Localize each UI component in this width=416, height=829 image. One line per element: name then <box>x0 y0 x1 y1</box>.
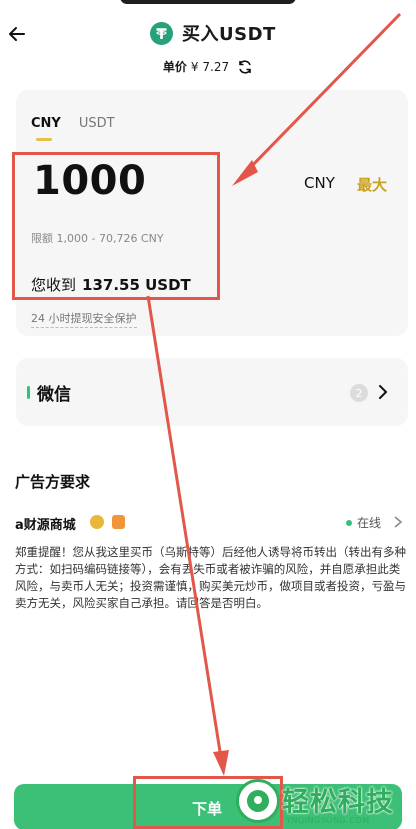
header: 买入USDT <box>0 14 416 54</box>
merchant-shield-icon <box>112 515 125 529</box>
price-row: 单价 ¥ 7.27 <box>0 58 416 75</box>
protection-link[interactable]: 24 小时提现安全保护 <box>31 310 137 328</box>
wechat-indicator <box>27 386 30 399</box>
payment-method-row[interactable]: 微信 2 <box>16 358 408 426</box>
merchant-chevron-icon[interactable] <box>393 515 403 529</box>
price-label: 单价 <box>162 60 187 74</box>
max-button[interactable]: 最大 <box>357 174 387 195</box>
back-arrow-icon[interactable] <box>6 20 34 48</box>
tether-icon <box>150 21 173 45</box>
ad-requirements-title: 广告方要求 <box>15 473 91 491</box>
amount-unit: CNY <box>304 174 335 192</box>
online-status-dot <box>346 520 352 526</box>
merchant-badge-icon <box>90 515 104 529</box>
tab-cny[interactable]: CNY <box>31 116 61 141</box>
payment-method-label: 微信 <box>37 385 71 405</box>
notch <box>120 0 296 4</box>
merchant-name: a财源商城 <box>15 518 76 533</box>
amount-highlight-box <box>12 152 220 300</box>
price-value: ¥ 7.27 <box>190 59 230 74</box>
payment-count-badge: 2 <box>350 384 368 402</box>
currency-tabs: CNY USDT <box>31 116 115 141</box>
watermark-text: 轻松科技 <box>282 787 394 818</box>
online-status: 在线 <box>357 516 382 530</box>
chevron-right-icon[interactable] <box>376 383 390 401</box>
advertiser-notice: 郑重提醒！您从我这里买币（乌斯特等）后经他人诱导将币转出（转出有多种方式：如扫码… <box>15 545 406 610</box>
refresh-icon[interactable] <box>237 59 253 75</box>
watermark-sub: YNQINGSONG.COM <box>286 816 370 825</box>
watermark-logo-icon <box>236 779 280 823</box>
merchant-row[interactable]: a财源商城 在线 <box>15 512 407 534</box>
watermark: 轻松科技 YNQINGSONG.COM <box>236 776 416 829</box>
arrow-head-order <box>213 750 229 776</box>
tab-usdt[interactable]: USDT <box>79 116 115 131</box>
page-title: 买入USDT <box>182 24 276 45</box>
title-wrap: 买入USDT <box>150 20 276 46</box>
